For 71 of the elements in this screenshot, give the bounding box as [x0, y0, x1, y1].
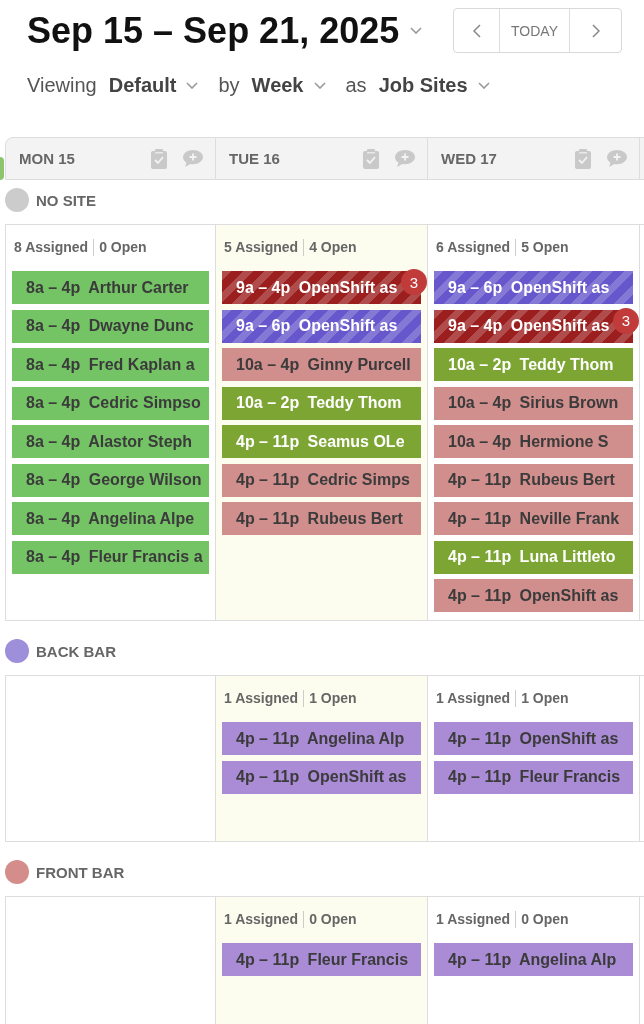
- shift-button[interactable]: 10a – 4p Sirius Brown: [434, 386, 633, 420]
- count-badge: 3: [613, 307, 639, 334]
- shift-button[interactable]: 4p – 11p Neville Frank: [434, 502, 633, 535]
- shift-button[interactable]: 8a – 4p Alastor Steph: [12, 425, 209, 458]
- assigned-count: 1 Assigned: [224, 690, 299, 706]
- today-button[interactable]: TODAY: [500, 9, 570, 52]
- shift-button[interactable]: 4p – 11p Cedric Simps: [222, 463, 421, 497]
- chevron-down-icon: [186, 81, 199, 89]
- open-count: 4 Open: [309, 239, 357, 255]
- shift-button[interactable]: 4p – 11p Fleur Francis: [434, 760, 633, 794]
- assigned-count: 1 Assigned: [436, 690, 511, 706]
- day-label: MON 15: [19, 150, 75, 167]
- count-badge: 3: [401, 269, 427, 295]
- day-label: TUE 16: [229, 150, 280, 167]
- shift-button[interactable]: 8a – 4p Dwayne Dunc: [12, 309, 209, 343]
- site-name: NO SITE: [36, 191, 96, 209]
- shift-button[interactable]: 4p – 11p Rubeus Bert: [222, 502, 421, 535]
- shift-button[interactable]: 9a – 6p OpenShift as: [222, 309, 421, 343]
- chevron-down-icon: [477, 81, 490, 89]
- shift-button[interactable]: 10a – 4p Ginny Purcell: [222, 348, 421, 381]
- filter-dropdown[interactable]: Job Sites: [378, 73, 490, 97]
- clipboard-check-icon[interactable]: [363, 148, 379, 169]
- shift-button[interactable]: 4p – 11p Seamus OLe: [222, 425, 421, 458]
- filter-dropdown[interactable]: Week: [251, 73, 326, 97]
- clipboard-check-icon[interactable]: [575, 148, 591, 169]
- assigned-count: 6 Assigned: [436, 239, 511, 255]
- shift-button[interactable]: 4p – 11p OpenShift as: [434, 722, 633, 755]
- open-count: 1 Open: [309, 690, 357, 706]
- open-count: 1 Open: [521, 690, 569, 706]
- shift-button[interactable]: 4p – 11p Rubeus Bert: [434, 463, 633, 497]
- shift-button[interactable]: 4p – 11p OpenShift as: [222, 760, 421, 794]
- clipboard-check-icon[interactable]: [151, 148, 167, 169]
- shift-button[interactable]: 4p – 11p Angelina Alp: [222, 722, 421, 755]
- shift-button[interactable]: 4p – 11p Fleur Francis: [222, 943, 421, 976]
- shift-button[interactable]: 8a – 4p George Wilson: [12, 463, 209, 497]
- assigned-count: 5 Assigned: [224, 239, 299, 255]
- filter-label: as: [345, 73, 367, 97]
- shift-button[interactable]: 8a – 4p Fred Kaplan a: [12, 348, 209, 381]
- shift-button[interactable]: 4p – 11p OpenShift as: [434, 579, 633, 612]
- assigned-count: 8 Assigned: [14, 239, 89, 255]
- shift-button[interactable]: 10a – 2p Teddy Thom: [222, 386, 421, 420]
- chevron-left-icon: [472, 23, 481, 38]
- site-name: FRONT BAR: [36, 863, 125, 881]
- day-label: WED 17: [441, 150, 497, 167]
- open-count: 0 Open: [309, 911, 357, 927]
- shift-button[interactable]: 10a – 2p Teddy Thom: [434, 348, 633, 381]
- date-range-dropdown[interactable]: Sep 15 – Sep 21, 2025: [27, 8, 423, 53]
- shift-button[interactable]: 4p – 11p Luna Littleto: [434, 540, 633, 574]
- comment-plus-icon[interactable]: [183, 150, 203, 167]
- shift-button[interactable]: 8a – 4p Angelina Alpe: [12, 502, 209, 535]
- shift-button[interactable]: 10a – 4p Hermione S: [434, 425, 633, 458]
- shift-button[interactable]: 8a – 4p Fleur Francis a: [12, 540, 209, 574]
- open-count: 0 Open: [99, 239, 147, 255]
- chevron-right-icon: [591, 23, 600, 38]
- shift-button[interactable]: 4p – 11p Angelina Alp: [434, 943, 633, 976]
- shift-button[interactable]: 8a – 4p Cedric Simpso: [12, 386, 209, 420]
- chevron-down-icon: [313, 81, 326, 89]
- filter-dropdown[interactable]: Default: [108, 73, 199, 97]
- chevron-down-icon: [410, 27, 423, 34]
- site-name: BACK BAR: [36, 642, 116, 660]
- assigned-count: 1 Assigned: [224, 911, 299, 927]
- comment-plus-icon[interactable]: [607, 150, 627, 167]
- assigned-count: 1 Assigned: [436, 911, 511, 927]
- indicator-icon: [0, 157, 4, 180]
- comment-plus-icon[interactable]: [395, 150, 415, 167]
- open-count: 5 Open: [521, 239, 569, 255]
- filter-label: by: [218, 73, 240, 97]
- filter-label: Viewing: [27, 73, 97, 97]
- shift-button[interactable]: 9a – 6p OpenShift as: [434, 271, 633, 304]
- open-count: 0 Open: [521, 911, 569, 927]
- shift-button[interactable]: 8a – 4p Arthur Carter: [12, 271, 209, 304]
